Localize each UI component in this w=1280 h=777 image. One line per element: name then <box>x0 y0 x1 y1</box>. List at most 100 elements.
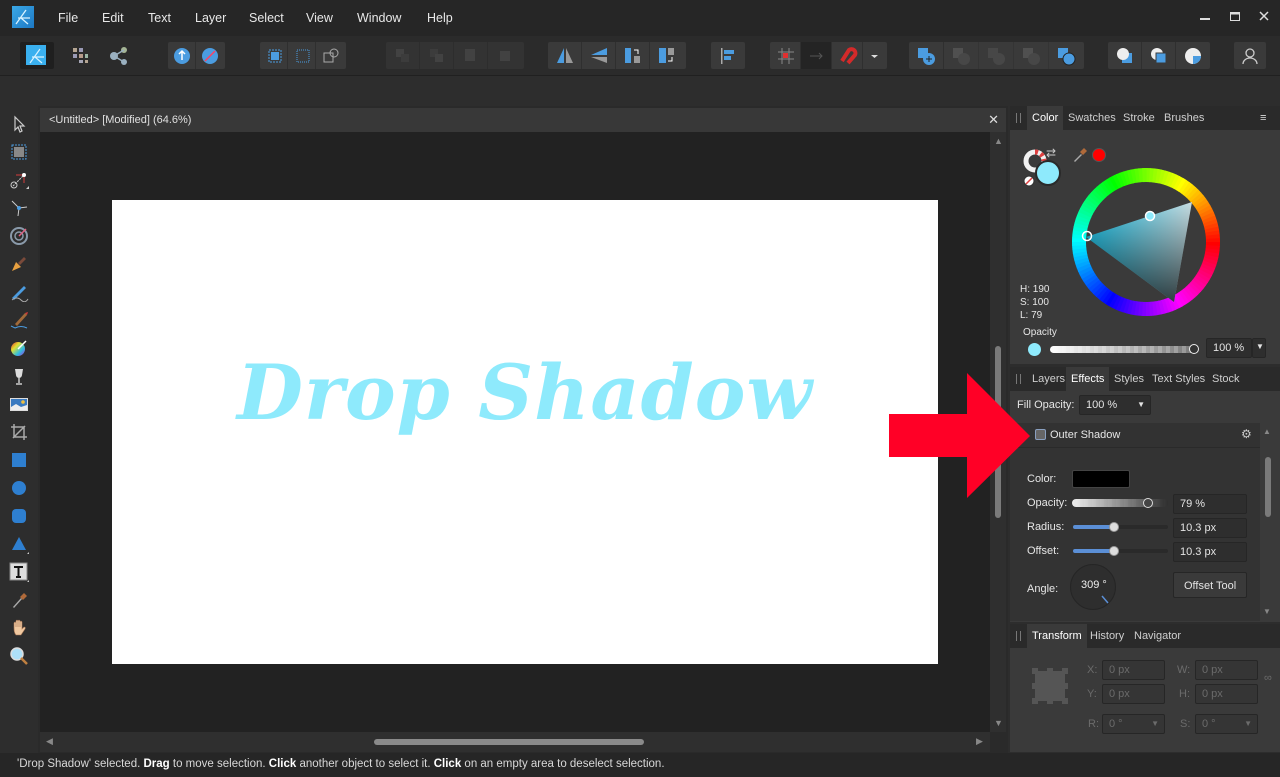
horizontal-scrollbar[interactable]: ◀ ▶ <box>40 732 990 752</box>
minimize-icon[interactable] <box>1195 8 1215 24</box>
menu-file[interactable]: File <box>58 11 78 25</box>
select-objects-icon[interactable] <box>316 42 344 69</box>
xor-icon[interactable] <box>1014 42 1049 69</box>
triangle-tool-icon[interactable] <box>9 534 30 554</box>
rotate-left-icon[interactable] <box>616 42 650 69</box>
radius-slider[interactable] <box>1073 525 1168 529</box>
snap-arrow-icon[interactable] <box>801 42 832 69</box>
rounded-rectangle-tool-icon[interactable] <box>9 506 29 526</box>
snapping-dropdown-icon[interactable] <box>863 42 887 69</box>
menu-text[interactable]: Text <box>148 11 171 25</box>
effects-scroll-up-icon[interactable]: ▲ <box>1263 427 1271 436</box>
document-tab[interactable]: <Untitled> [Modified] (64.6%) ✕ <box>40 108 1006 132</box>
isolate-icon[interactable] <box>168 42 196 69</box>
scroll-up-icon[interactable]: ▲ <box>994 136 1003 146</box>
select-dotted-icon[interactable] <box>288 42 316 69</box>
tab-brushes[interactable]: Brushes <box>1159 106 1209 130</box>
fill-tool-icon[interactable] <box>9 338 29 358</box>
tab-transform[interactable]: Transform <box>1027 624 1087 648</box>
menu-view[interactable]: View <box>306 11 333 25</box>
color-wheel[interactable] <box>1070 166 1222 318</box>
panel-grip-icon[interactable] <box>1016 113 1021 123</box>
menu-edit[interactable]: Edit <box>102 11 124 25</box>
designer-persona-button[interactable] <box>20 42 54 69</box>
hue-segment[interactable] <box>1145 301 1150 316</box>
snapping-grid-icon[interactable] <box>770 42 801 69</box>
add-icon[interactable] <box>909 42 944 69</box>
forward-one-icon[interactable] <box>420 42 454 69</box>
corner-tool-icon[interactable] <box>9 198 29 218</box>
offset-field[interactable]: 10.3 px <box>1173 542 1247 562</box>
gear-icon[interactable]: ⚙ <box>1241 427 1252 441</box>
ellipse-tool-icon[interactable] <box>9 478 29 498</box>
vertical-scroll-thumb[interactable] <box>995 346 1001 518</box>
h-field[interactable]: 0 px <box>1195 684 1258 704</box>
to-front-icon[interactable] <box>488 42 522 69</box>
back-one-icon[interactable] <box>386 42 420 69</box>
artboard[interactable]: Drop Shadow <box>112 200 938 664</box>
drop-shadow-text[interactable]: Drop Shadow <box>112 348 938 437</box>
offset-slider-knob[interactable] <box>1109 546 1119 556</box>
outer-shadow-label[interactable]: Outer Shadow <box>1050 429 1120 441</box>
rotate-right-icon[interactable] <box>650 42 684 69</box>
transparency-tool-icon[interactable] <box>9 366 29 386</box>
radius-slider-knob[interactable] <box>1109 522 1119 532</box>
hue-segment[interactable] <box>1142 168 1147 183</box>
color-handle[interactable] <box>1144 210 1156 222</box>
menu-layer[interactable]: Layer <box>195 11 226 25</box>
tab-color[interactable]: Color <box>1027 106 1064 130</box>
tab-swatches[interactable]: Swatches <box>1063 106 1121 130</box>
menu-window[interactable]: Window <box>357 11 401 25</box>
pixel-persona-button[interactable] <box>66 42 94 69</box>
tab-styles[interactable]: Styles <box>1109 367 1149 391</box>
artboard-tool-icon[interactable] <box>9 142 29 162</box>
vertical-scrollbar[interactable]: ▲ ▼ <box>990 132 1006 732</box>
shadow-opacity-slider[interactable] <box>1072 499 1168 507</box>
move-tool-icon[interactable] <box>9 114 29 134</box>
tab-text-styles[interactable]: Text Styles <box>1147 367 1210 391</box>
opacity-slider[interactable] <box>1050 346 1196 353</box>
close-document-icon[interactable]: ✕ <box>988 112 999 128</box>
rotation-field[interactable]: 0 ° ▼ <box>1102 714 1165 734</box>
flip-horizontal-icon[interactable] <box>548 42 582 69</box>
align-button[interactable] <box>711 42 745 69</box>
pen-tool-icon[interactable] <box>9 254 29 274</box>
insert-behind-icon[interactable] <box>1108 42 1142 69</box>
artistic-text-tool-icon[interactable] <box>9 562 30 582</box>
recent-color-swatch[interactable] <box>1092 148 1106 162</box>
flip-vertical-icon[interactable] <box>582 42 616 69</box>
crop-tool-icon[interactable] <box>9 422 29 442</box>
scroll-down-icon[interactable]: ▼ <box>994 718 1003 728</box>
shear-field[interactable]: 0 ° ▼ <box>1195 714 1258 734</box>
tab-history[interactable]: History <box>1085 624 1129 648</box>
insert-top-icon[interactable] <box>1142 42 1176 69</box>
x-field[interactable]: 0 px <box>1102 660 1165 680</box>
shadow-color-swatch[interactable] <box>1072 470 1130 488</box>
export-persona-button[interactable] <box>104 42 136 69</box>
link-icon[interactable]: ∞ <box>1264 672 1272 684</box>
scroll-left-icon[interactable]: ◀ <box>46 736 53 747</box>
opacity-value-field[interactable]: 100 % <box>1206 338 1252 358</box>
insert-inside-icon[interactable] <box>1176 42 1210 69</box>
swap-colors-icon[interactable]: ⇄ <box>1046 146 1056 160</box>
opacity-dropdown-icon[interactable]: ▼ <box>1252 338 1266 358</box>
tab-effects[interactable]: Effects <box>1066 367 1110 391</box>
effects-scroll-down-icon[interactable]: ▼ <box>1263 607 1271 616</box>
menu-select[interactable]: Select <box>249 11 284 25</box>
zoom-tool-icon[interactable] <box>9 646 29 666</box>
shadow-opacity-knob[interactable] <box>1142 498 1153 508</box>
hue-segment[interactable] <box>1072 241 1087 246</box>
color-picker-tool-icon[interactable] <box>9 590 29 610</box>
eyedropper-icon[interactable] <box>1072 146 1088 164</box>
hue-segment[interactable] <box>1205 238 1220 243</box>
panel-grip-icon[interactable] <box>1016 374 1021 384</box>
close-icon[interactable] <box>1254 8 1274 24</box>
to-back-icon[interactable] <box>454 42 488 69</box>
vector-brush-tool-icon[interactable] <box>9 310 29 330</box>
divide-icon[interactable] <box>1049 42 1084 69</box>
fill-opacity-dropdown[interactable]: 100 % ▼ <box>1079 395 1151 415</box>
node-tool-icon[interactable] <box>9 170 29 190</box>
subtract-icon[interactable] <box>944 42 979 69</box>
offset-slider[interactable] <box>1073 549 1168 553</box>
angle-dial[interactable]: 309 ° <box>1070 564 1116 610</box>
